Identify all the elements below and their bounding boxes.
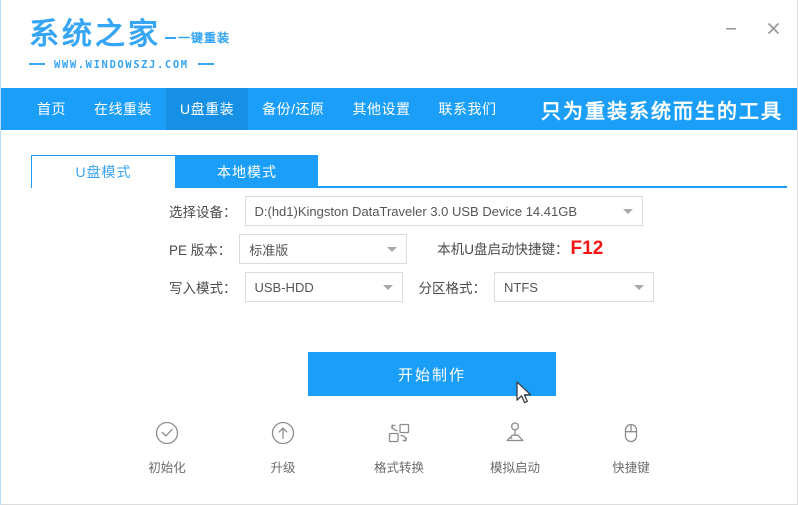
start-make-button[interactable]: 开始制作 [308, 352, 556, 396]
check-circle-icon [152, 418, 182, 448]
nav-item-other-settings[interactable]: 其他设置 [339, 88, 425, 130]
boot-hotkey-label: 本机U盘启动快捷键： [437, 238, 568, 258]
tool-label: 格式转换 [374, 457, 424, 476]
logo-url: WWW.WINDOWSZJ.COM [29, 59, 259, 71]
tool-label: 快捷键 [612, 457, 650, 476]
nav-item-label: 在线重装 [94, 99, 152, 119]
chevron-down-icon [383, 285, 393, 290]
logo-brand-text: 系统之家 [29, 18, 161, 52]
nav-item-online-reinstall[interactable]: 在线重装 [80, 88, 166, 130]
tab-usb-mode[interactable]: U盘模式 [31, 155, 176, 188]
tool-label: 初始化 [148, 457, 186, 476]
close-button[interactable] [759, 14, 787, 42]
nav-item-label: 其他设置 [353, 99, 411, 119]
tab-label: 本地模式 [217, 162, 277, 182]
usb-config-form: 选择设备： D:(hd1)Kingston DataTraveler 3.0 U… [1, 192, 797, 306]
minimize-icon [724, 21, 738, 35]
nav-item-label: 首页 [37, 99, 66, 119]
logo-dash-left-icon [29, 63, 45, 65]
form-row-pe-version: PE 版本： 标准版 本机U盘启动快捷键： F12 [1, 230, 797, 268]
tool-shortcut-keys[interactable]: 快捷键 [601, 418, 661, 476]
logo-dash-right-icon [198, 63, 214, 65]
tool-label: 模拟启动 [490, 457, 540, 476]
tool-simulate-boot[interactable]: 模拟启动 [485, 418, 545, 476]
logo-tagline-text: 一键重装 [161, 29, 230, 46]
device-select-value: D:(hd1)Kingston DataTraveler 3.0 USB Dev… [255, 204, 578, 219]
nav-item-label: 联系我们 [439, 99, 497, 119]
joystick-icon [500, 418, 530, 448]
tab-local-mode[interactable]: 本地模式 [176, 155, 318, 188]
tool-initialize[interactable]: 初始化 [137, 418, 197, 476]
minimize-button[interactable] [717, 14, 745, 42]
window-controls [717, 14, 787, 42]
tool-upgrade[interactable]: 升级 [253, 418, 313, 476]
nav-item-contact-us[interactable]: 联系我们 [425, 88, 511, 130]
logo-url-text: WWW.WINDOWSZJ.COM [54, 59, 189, 71]
device-label: 选择设备： [169, 201, 237, 221]
mouse-icon [616, 418, 646, 448]
tool-label: 升级 [270, 457, 295, 476]
chevron-down-icon [387, 247, 397, 252]
write-mode-label: 写入模式： [169, 277, 237, 297]
app-window: 系统之家一键重装 WWW.WINDOWSZJ.COM 首页 在线重装 U [0, 0, 798, 505]
form-row-write-mode: 写入模式： USB-HDD 分区格式： NTFS [1, 268, 797, 306]
main-navigation: 首页 在线重装 U盘重装 备份/还原 其他设置 联系我们 只为重装系统而生的工具 [1, 88, 797, 130]
app-logo: 系统之家一键重装 WWW.WINDOWSZJ.COM [29, 18, 259, 76]
nav-item-backup-restore[interactable]: 备份/还原 [248, 88, 338, 130]
convert-icon [384, 418, 414, 448]
arrow-up-circle-icon [268, 418, 298, 448]
boot-hotkey-info: 本机U盘启动快捷键： F12 [437, 238, 603, 260]
boot-hotkey-value: F12 [571, 238, 604, 260]
tab-label: U盘模式 [75, 162, 131, 182]
chevron-down-icon [623, 209, 633, 214]
write-mode-select-value: USB-HDD [255, 280, 314, 295]
nav-slogan: 只为重装系统而生的工具 [541, 88, 783, 130]
pe-version-select-value: 标准版 [249, 240, 288, 259]
nav-item-list: 首页 在线重装 U盘重装 备份/还原 其他设置 联系我们 [1, 88, 511, 130]
titlebar: 系统之家一键重装 WWW.WINDOWSZJ.COM [1, 0, 797, 88]
nav-item-usb-reinstall[interactable]: U盘重装 [166, 88, 248, 130]
tool-format-convert[interactable]: 格式转换 [369, 418, 429, 476]
partition-format-select[interactable]: NTFS [494, 272, 654, 302]
nav-item-label: 备份/还原 [262, 99, 324, 119]
nav-item-home[interactable]: 首页 [23, 88, 80, 130]
write-mode-select[interactable]: USB-HDD [245, 272, 403, 302]
partition-format-label: 分区格式： [419, 277, 487, 297]
nav-item-label: U盘重装 [180, 99, 234, 119]
tab-underline [318, 186, 787, 188]
mode-tabs: U盘模式 本地模式 [1, 130, 797, 192]
chevron-down-icon [634, 285, 644, 290]
form-row-device: 选择设备： D:(hd1)Kingston DataTraveler 3.0 U… [1, 192, 797, 230]
device-select[interactable]: D:(hd1)Kingston DataTraveler 3.0 USB Dev… [245, 196, 643, 226]
partition-format-select-value: NTFS [504, 280, 538, 295]
tools-row: 初始化 升级 格式转换 [1, 418, 797, 476]
pe-version-select[interactable]: 标准版 [239, 234, 407, 264]
pe-version-label: PE 版本： [169, 239, 231, 259]
close-icon [766, 21, 781, 36]
